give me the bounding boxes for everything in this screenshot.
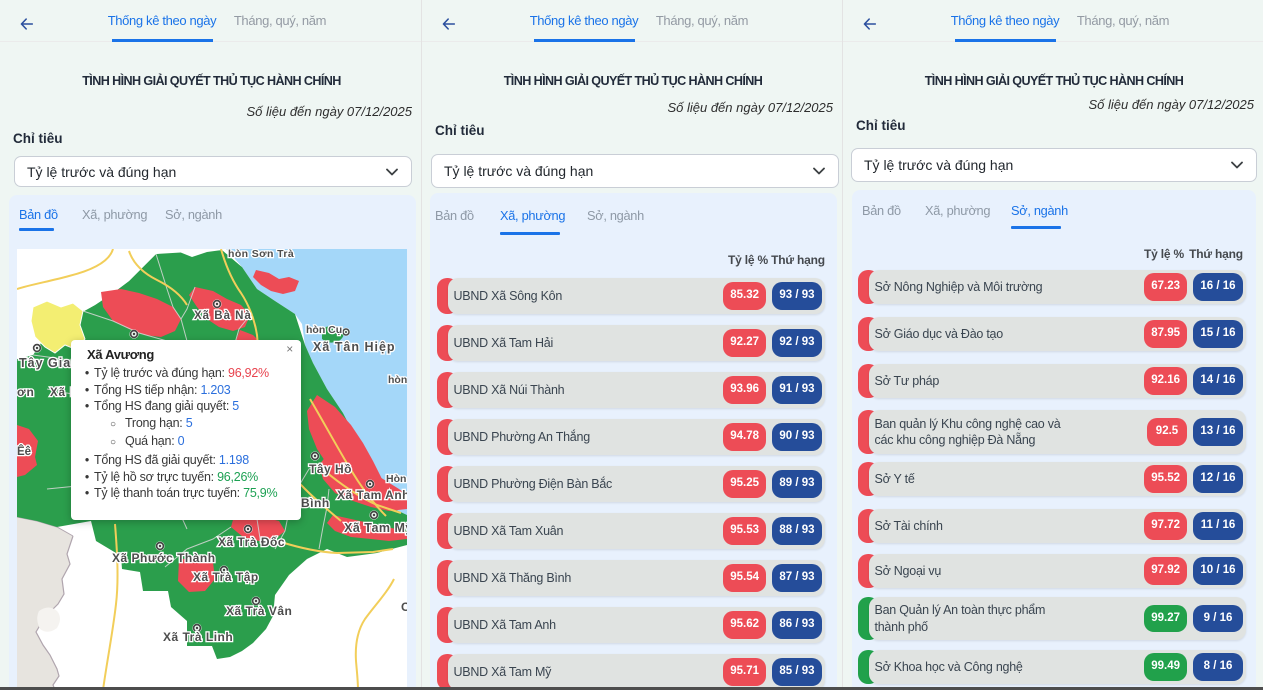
svg-text:hòn Sơn Trà: hòn Sơn Trà — [228, 249, 294, 260]
svg-text:hòn·: hòn· — [388, 374, 407, 386]
svg-text:Xã Tam Anh: Xã Tam Anh — [337, 488, 407, 502]
svg-text:Xã Trà Linh: Xã Trà Linh — [163, 630, 233, 644]
svg-text:Xã Trà Tập: Xã Trà Tập — [193, 570, 259, 584]
svg-text:ơn: ơn — [17, 385, 35, 399]
svg-text:Hòn: Hòn — [386, 473, 406, 485]
svg-text:Xã Trà Đốc: Xã Trà Đốc — [218, 535, 285, 549]
svg-text:Xã Bà Nà: Xã Bà Nà — [194, 310, 252, 322]
svg-text:Tây Hồ: Tây Hồ — [309, 462, 352, 476]
svg-text:Xã Phước Thành: Xã Phước Thành — [112, 551, 216, 565]
svg-text:hòn Cụ: hòn Cụ — [306, 324, 342, 336]
svg-text:Xã Tam Mỹ: Xã Tam Mỹ — [344, 521, 407, 535]
svg-text:Bình: Bình — [301, 496, 330, 510]
svg-text:Êê: Êê — [17, 445, 31, 458]
svg-text:C: C — [401, 600, 407, 614]
svg-text:Xã Trà Vân: Xã Trà Vân — [226, 604, 292, 618]
svg-text:Xã Tân Hiệp: Xã Tân Hiệp — [313, 340, 396, 354]
